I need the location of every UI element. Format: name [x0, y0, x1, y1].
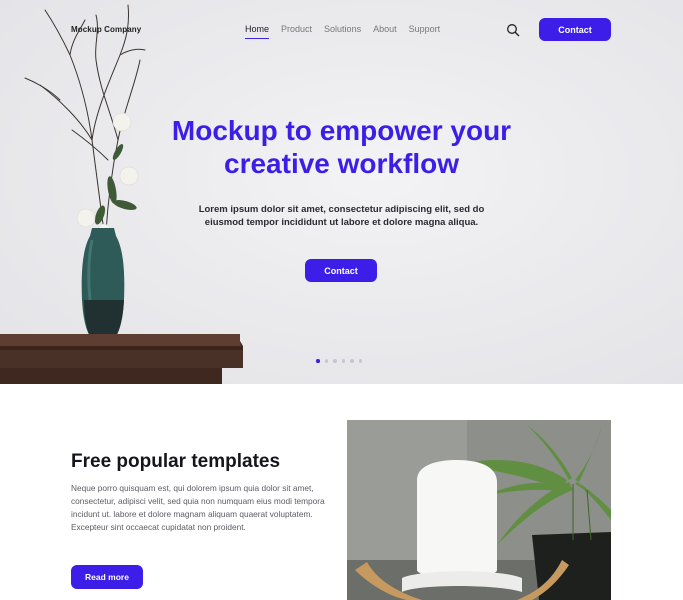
carousel-dot-2[interactable]: [324, 359, 328, 363]
hero-contact-button[interactable]: Contact: [305, 259, 377, 282]
hero-title-line2: creative workflow: [224, 148, 459, 179]
nav-item-home[interactable]: Home: [245, 24, 270, 39]
feature-chair-plant-image: [347, 420, 611, 600]
hero-title-line1: Mockup to empower your: [171, 115, 512, 146]
feature-description: Neque porro quisquam est, qui dolorem ip…: [71, 483, 325, 532]
nav-item-support[interactable]: Support: [409, 24, 441, 39]
hero-subtitle: Lorem ipsum dolor sit amet, consectetur …: [198, 204, 485, 228]
company-logo[interactable]: Mockup Company: [71, 25, 141, 34]
carousel-dot-5[interactable]: [350, 359, 354, 363]
read-more-button[interactable]: Read more: [71, 565, 143, 589]
hero-section: Mockup Company Home Product Solutions Ab…: [0, 0, 683, 384]
hero-vase-table-image: [0, 4, 243, 384]
nav-item-product[interactable]: Product: [281, 24, 312, 39]
carousel-dot-1[interactable]: [316, 359, 320, 363]
header-contact-button[interactable]: Contact: [539, 18, 611, 41]
hero-title: Mockup to empower your creative workflow: [120, 114, 563, 180]
main-nav: Home Product Solutions About Support: [245, 24, 452, 39]
nav-item-about[interactable]: About: [373, 24, 397, 39]
search-icon[interactable]: [506, 23, 520, 37]
carousel-dot-3[interactable]: [333, 359, 337, 363]
carousel-dot-6[interactable]: [358, 359, 362, 363]
feature-title: Free popular templates: [71, 451, 281, 472]
carousel-dot-4[interactable]: [341, 359, 345, 363]
carousel-pagination: [316, 359, 362, 363]
nav-item-solutions[interactable]: Solutions: [324, 24, 361, 39]
